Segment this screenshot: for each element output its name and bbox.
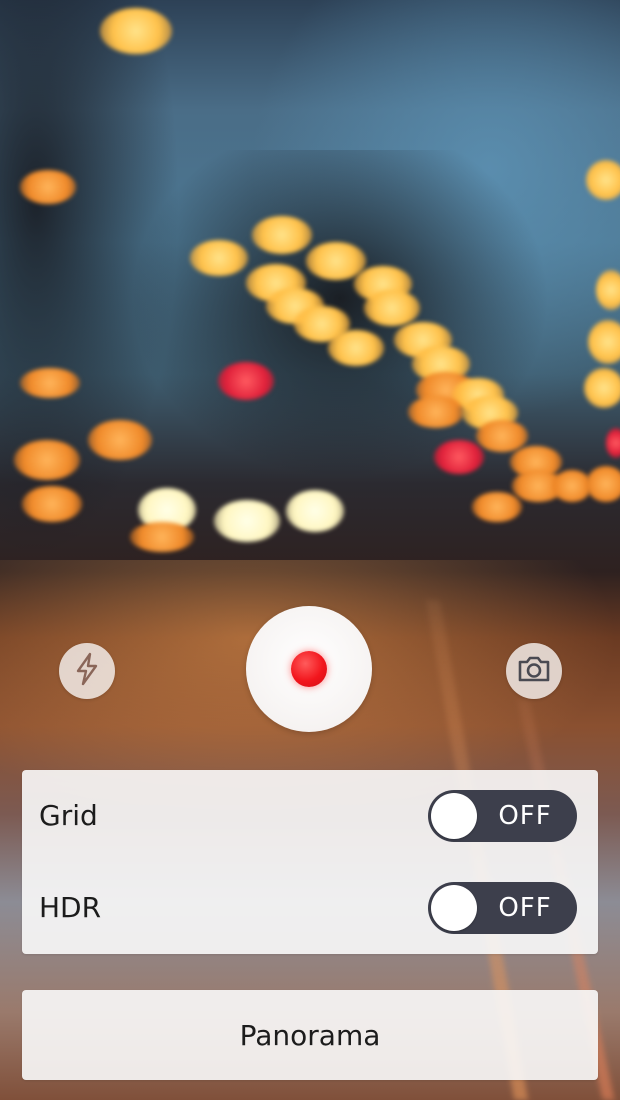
grid-setting-row: Grid OFF (22, 770, 598, 862)
grid-toggle-state: OFF (498, 801, 552, 831)
hdr-label: HDR (39, 891, 102, 924)
lightning-bolt-icon (73, 652, 101, 690)
toggle-knob (431, 793, 477, 839)
settings-panel: Grid OFF HDR OFF (22, 770, 598, 954)
switch-camera-button[interactable] (506, 643, 562, 699)
record-button[interactable] (246, 606, 372, 732)
panorama-button[interactable]: Panorama (22, 990, 598, 1080)
record-dot-icon (291, 651, 327, 687)
camera-icon (517, 655, 551, 687)
toggle-knob (431, 885, 477, 931)
hdr-toggle-state: OFF (498, 893, 552, 923)
flash-button[interactable] (59, 643, 115, 699)
grid-toggle[interactable]: OFF (428, 790, 577, 842)
hdr-setting-row: HDR OFF (22, 862, 598, 954)
hdr-toggle[interactable]: OFF (428, 882, 577, 934)
panorama-label: Panorama (239, 1018, 381, 1052)
grid-label: Grid (39, 799, 98, 832)
